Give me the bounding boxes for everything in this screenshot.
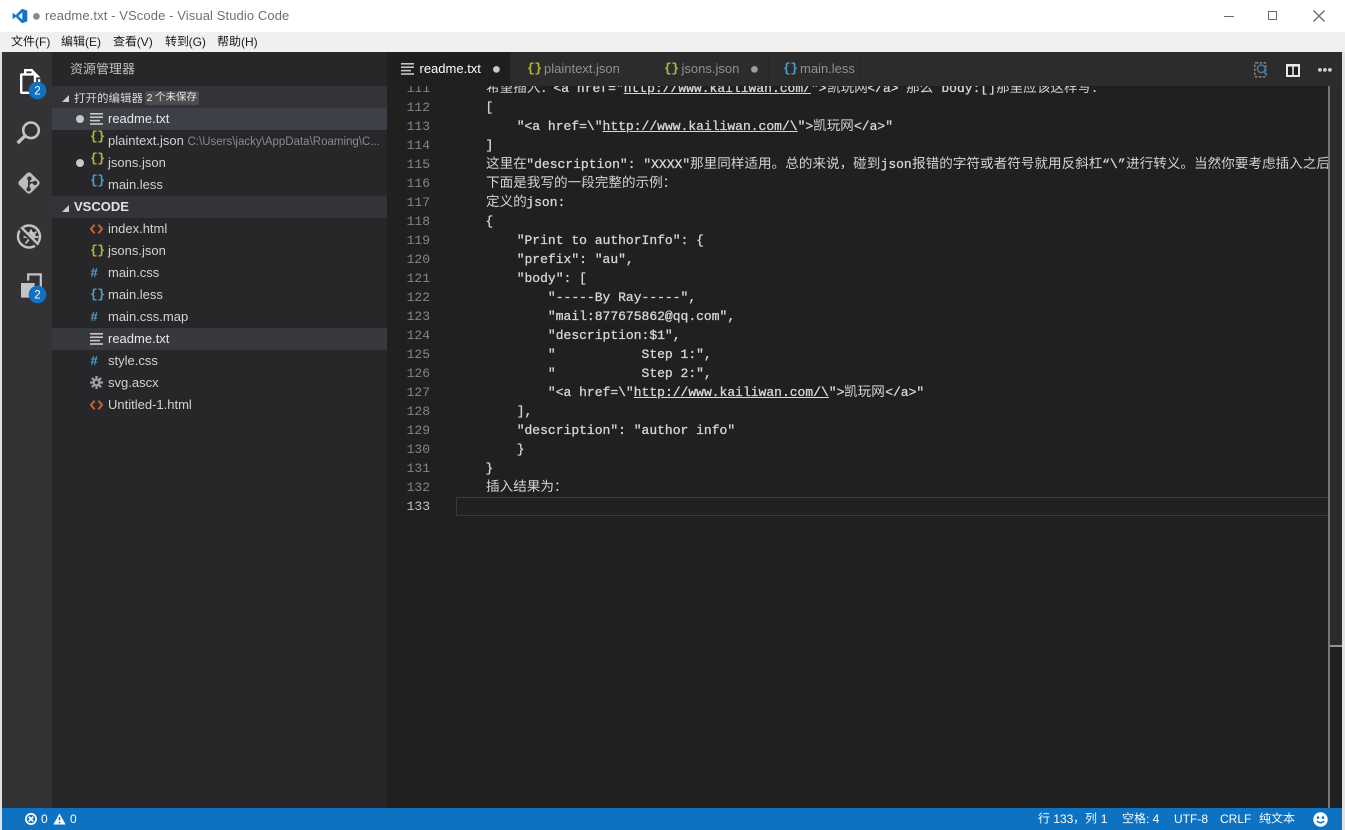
svg-text:2: 2	[34, 290, 40, 302]
svg-text:2: 2	[34, 86, 40, 98]
